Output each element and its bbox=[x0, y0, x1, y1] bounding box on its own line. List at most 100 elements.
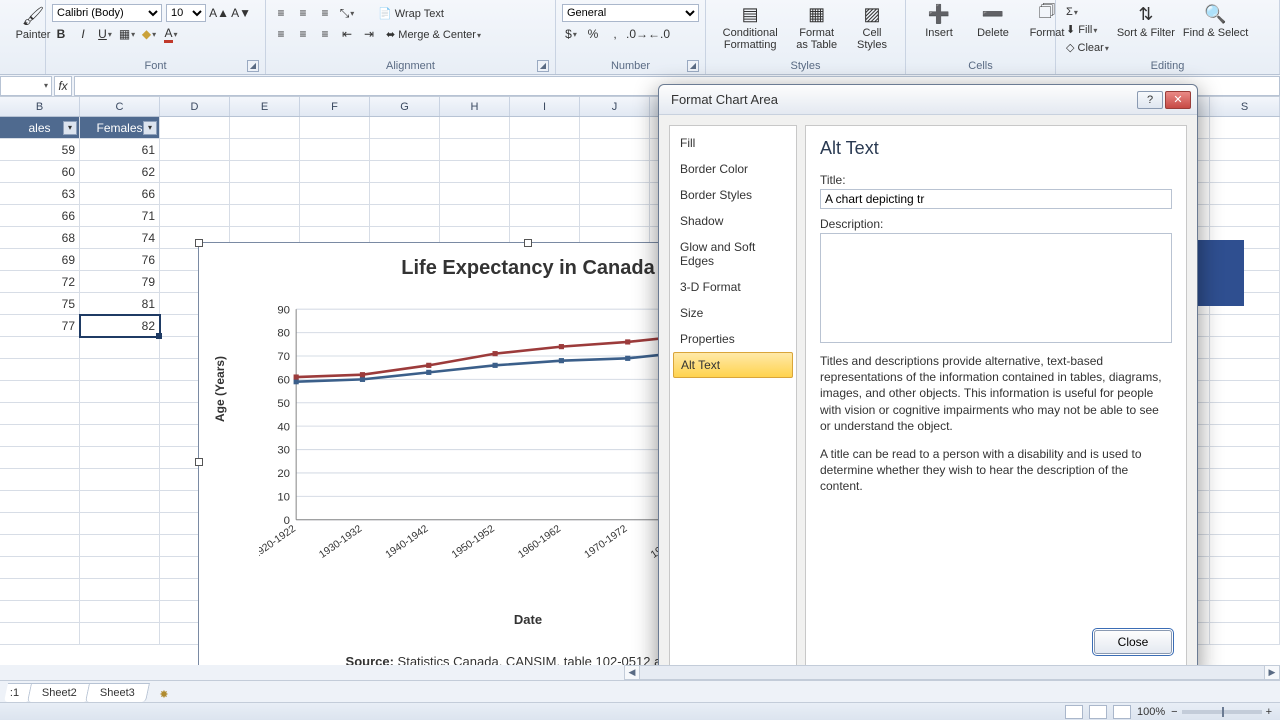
cell[interactable] bbox=[0, 381, 80, 403]
cell[interactable] bbox=[510, 161, 580, 183]
cell[interactable] bbox=[1210, 491, 1280, 513]
cell[interactable] bbox=[80, 403, 160, 425]
find-select-button[interactable]: 🔍Find & Select bbox=[1179, 2, 1252, 58]
cell[interactable] bbox=[1210, 557, 1280, 579]
column-header[interactable]: J bbox=[580, 97, 650, 116]
cell[interactable] bbox=[230, 117, 300, 139]
dialog-category-item[interactable]: Fill bbox=[670, 130, 796, 156]
cell[interactable]: 66 bbox=[0, 205, 80, 227]
column-header[interactable]: D bbox=[160, 97, 230, 116]
cell[interactable] bbox=[370, 183, 440, 205]
cell[interactable]: 68 bbox=[0, 227, 80, 249]
cell[interactable] bbox=[300, 205, 370, 227]
horizontal-scrollbar[interactable]: ◀ ▶ bbox=[0, 665, 1280, 680]
filter-dropdown-icon[interactable]: ▾ bbox=[143, 121, 157, 135]
format-as-table-button[interactable]: ▦Format as Table bbox=[788, 2, 845, 58]
dialog-category-item[interactable]: Size bbox=[670, 300, 796, 326]
fx-button[interactable]: fx bbox=[54, 76, 72, 96]
delete-cells-button[interactable]: ➖Delete bbox=[966, 2, 1020, 58]
new-sheet-button[interactable]: ✸ bbox=[153, 686, 175, 702]
wrap-text-button[interactable]: 📄 Wrap Text bbox=[374, 5, 448, 22]
resize-handle[interactable] bbox=[195, 239, 203, 247]
page-break-view-button[interactable] bbox=[1113, 705, 1131, 719]
cell[interactable] bbox=[80, 579, 160, 601]
cell[interactable] bbox=[80, 425, 160, 447]
cell[interactable] bbox=[580, 117, 650, 139]
cell[interactable] bbox=[300, 183, 370, 205]
cell[interactable] bbox=[160, 183, 230, 205]
cell[interactable] bbox=[1210, 183, 1280, 205]
align-top-button[interactable]: ≡ bbox=[272, 4, 290, 22]
cell[interactable] bbox=[510, 205, 580, 227]
cell[interactable] bbox=[510, 139, 580, 161]
cell[interactable] bbox=[1210, 205, 1280, 227]
cell[interactable] bbox=[0, 623, 80, 645]
cell[interactable] bbox=[80, 601, 160, 623]
zoom-in-button[interactable]: + bbox=[1266, 706, 1272, 718]
cell[interactable] bbox=[1210, 161, 1280, 183]
cell[interactable]: 79 bbox=[80, 271, 160, 293]
decrease-indent-button[interactable]: ⇤ bbox=[338, 25, 356, 43]
cell[interactable] bbox=[300, 139, 370, 161]
cell[interactable] bbox=[0, 513, 80, 535]
cell[interactable] bbox=[0, 579, 80, 601]
insert-cells-button[interactable]: ➕Insert bbox=[912, 2, 966, 58]
cell[interactable] bbox=[440, 183, 510, 205]
table-header-cell[interactable]: Females▾ bbox=[80, 117, 160, 139]
dialog-category-item[interactable]: Border Color bbox=[670, 156, 796, 182]
column-header[interactable]: E bbox=[230, 97, 300, 116]
increase-indent-button[interactable]: ⇥ bbox=[360, 25, 378, 43]
cell[interactable] bbox=[440, 205, 510, 227]
fill-button[interactable]: ⬇ Fill▾ bbox=[1062, 21, 1113, 38]
resize-handle[interactable] bbox=[524, 239, 532, 247]
cell[interactable] bbox=[80, 557, 160, 579]
percent-button[interactable]: % bbox=[584, 25, 602, 43]
cell[interactable]: 75 bbox=[0, 293, 80, 315]
increase-decimal-button[interactable]: .0→ bbox=[628, 25, 646, 43]
filter-dropdown-icon[interactable]: ▾ bbox=[63, 121, 77, 135]
cell[interactable]: 71 bbox=[80, 205, 160, 227]
align-left-button[interactable]: ≡ bbox=[272, 25, 290, 43]
close-button[interactable]: Close bbox=[1094, 630, 1172, 654]
fill-color-button[interactable]: ◆▾ bbox=[140, 25, 158, 43]
cell[interactable] bbox=[80, 535, 160, 557]
cell[interactable] bbox=[1210, 579, 1280, 601]
column-header[interactable]: G bbox=[370, 97, 440, 116]
orientation-button[interactable]: ⤡▾ bbox=[338, 4, 356, 22]
dialog-category-item[interactable]: Alt Text bbox=[673, 352, 793, 378]
cell[interactable] bbox=[80, 359, 160, 381]
cell[interactable]: 61 bbox=[80, 139, 160, 161]
align-right-button[interactable]: ≡ bbox=[316, 25, 334, 43]
cell[interactable]: 76 bbox=[80, 249, 160, 271]
zoom-slider[interactable] bbox=[1182, 710, 1262, 714]
cell[interactable] bbox=[370, 205, 440, 227]
cell[interactable] bbox=[510, 183, 580, 205]
cell[interactable] bbox=[230, 161, 300, 183]
font-dialog-launcher[interactable]: ◢ bbox=[247, 60, 259, 72]
borders-button[interactable]: ▦▾ bbox=[118, 25, 136, 43]
dialog-titlebar[interactable]: Format Chart Area ? ✕ bbox=[659, 85, 1197, 115]
dialog-category-item[interactable]: Shadow bbox=[670, 208, 796, 234]
cell[interactable] bbox=[1210, 139, 1280, 161]
cell[interactable] bbox=[160, 117, 230, 139]
font-family-select[interactable]: Calibri (Body) bbox=[52, 4, 162, 22]
comma-button[interactable]: , bbox=[606, 25, 624, 43]
cell[interactable]: 60 bbox=[0, 161, 80, 183]
cell[interactable] bbox=[80, 381, 160, 403]
sheet-tab[interactable]: Sheet3 bbox=[85, 683, 150, 702]
cell[interactable] bbox=[1210, 601, 1280, 623]
shrink-font-button[interactable]: A▼ bbox=[232, 4, 250, 22]
cell[interactable] bbox=[230, 205, 300, 227]
cell[interactable] bbox=[1210, 447, 1280, 469]
cell[interactable] bbox=[0, 557, 80, 579]
align-middle-button[interactable]: ≡ bbox=[294, 4, 312, 22]
scroll-right-button[interactable]: ▶ bbox=[1264, 665, 1280, 680]
cell[interactable] bbox=[160, 139, 230, 161]
cell[interactable]: 62 bbox=[80, 161, 160, 183]
cell[interactable] bbox=[440, 161, 510, 183]
cell[interactable]: 72 bbox=[0, 271, 80, 293]
currency-button[interactable]: $▾ bbox=[562, 25, 580, 43]
cell[interactable]: 66 bbox=[80, 183, 160, 205]
autosum-button[interactable]: Σ▾ bbox=[1062, 4, 1113, 20]
column-header[interactable]: B bbox=[0, 97, 80, 116]
